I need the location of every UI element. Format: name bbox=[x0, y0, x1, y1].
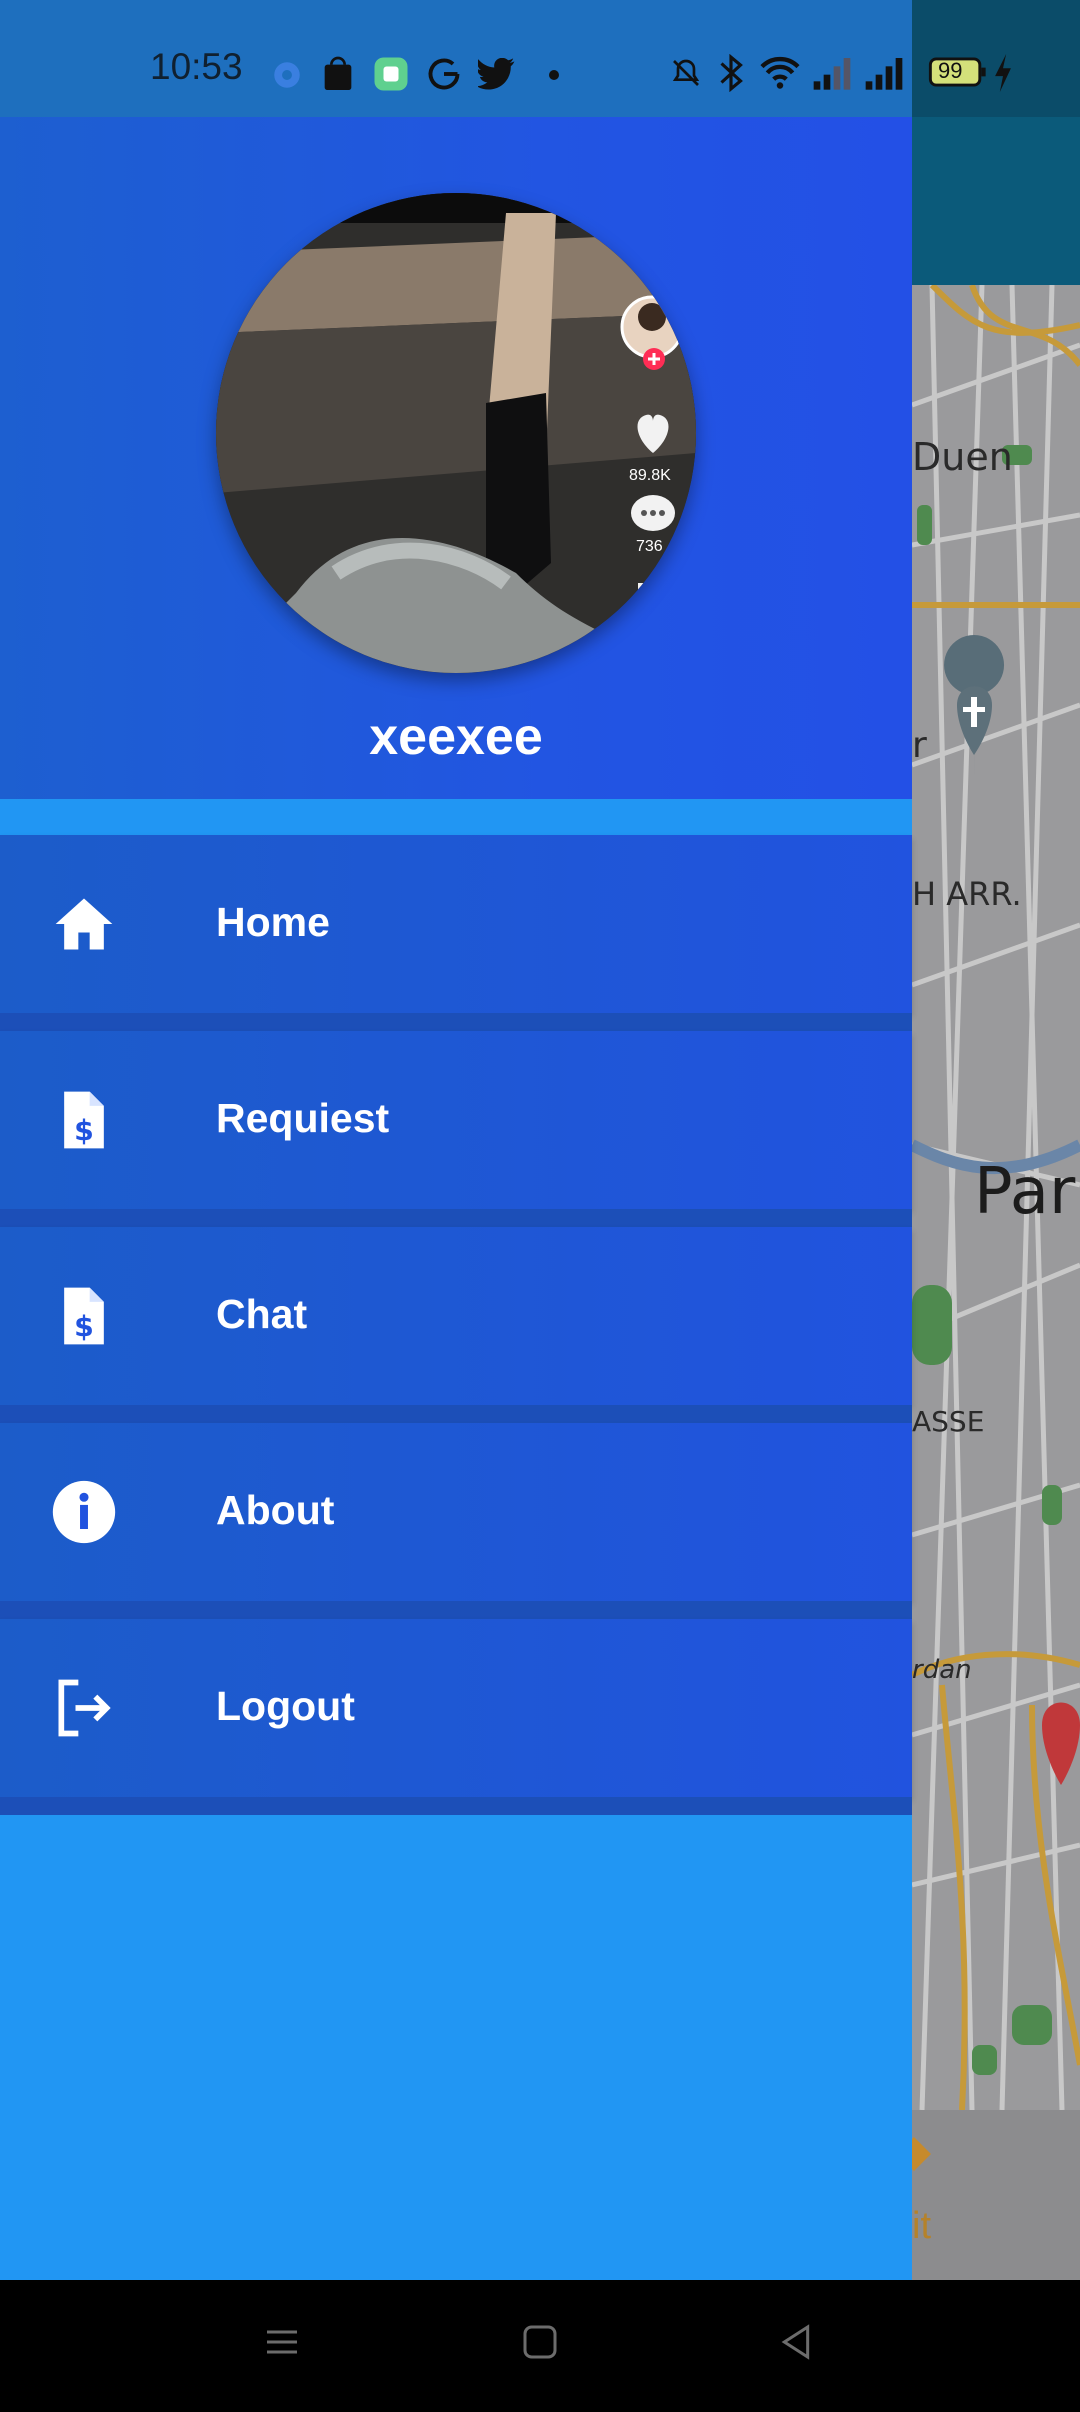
settings-icon bbox=[270, 58, 304, 97]
menu-separator bbox=[0, 1013, 912, 1031]
navigation-drawer: 89.8K 736 xeexee Home $ Requiest $ Chat … bbox=[0, 117, 912, 2280]
map-label: Par bbox=[974, 1155, 1076, 1229]
notification-dot-icon bbox=[548, 68, 560, 86]
map-bottom-text: it bbox=[912, 2205, 931, 2247]
status-bar-right: 99 bbox=[912, 0, 1080, 117]
menu-item-label: About bbox=[216, 1487, 335, 1533]
map-view[interactable]: Duen r H ARR. Par ASSE rdan bbox=[912, 285, 1080, 2110]
signal-icon bbox=[812, 56, 852, 95]
menu-item-requiest[interactable]: $ Requiest bbox=[0, 1031, 912, 1209]
map-label: Duen bbox=[912, 435, 1013, 479]
username: xeexee bbox=[369, 708, 543, 766]
drawer-header: 89.8K 736 xeexee bbox=[0, 117, 912, 799]
menu-item-label: Home bbox=[216, 899, 330, 945]
menu-item-home[interactable]: Home bbox=[0, 835, 912, 1013]
info-icon bbox=[50, 1478, 118, 1546]
likes-count: 89.8K bbox=[629, 467, 671, 484]
menu-item-label: Logout bbox=[216, 1683, 355, 1729]
svg-text:$: $ bbox=[74, 1310, 94, 1343]
comments-count: 736 bbox=[636, 538, 663, 555]
battery-level: 99 bbox=[938, 58, 963, 83]
clock: 10:53 bbox=[150, 46, 243, 87]
svg-text:$: $ bbox=[74, 1114, 94, 1147]
menu-item-about[interactable]: About bbox=[0, 1423, 912, 1601]
menu-item-chat[interactable]: $ Chat bbox=[0, 1227, 912, 1405]
mute-icon bbox=[670, 56, 702, 95]
map-label: r bbox=[912, 725, 927, 766]
menu-separator bbox=[0, 1797, 912, 1815]
home-button[interactable] bbox=[520, 2322, 560, 2367]
home-icon bbox=[50, 890, 118, 958]
invoice-dollar-icon: $ bbox=[50, 1282, 118, 1350]
signal-icon bbox=[864, 56, 904, 95]
back-button[interactable] bbox=[776, 2322, 816, 2367]
charging-icon bbox=[992, 54, 1014, 97]
drawer-divider bbox=[0, 799, 912, 835]
menu-button[interactable] bbox=[262, 2322, 302, 2367]
map-label: rdan bbox=[912, 1655, 972, 1685]
twitter-icon bbox=[476, 57, 516, 95]
system-nav-bar bbox=[0, 2280, 1080, 2412]
menu-item-label: Chat bbox=[216, 1291, 308, 1337]
menu-separator bbox=[0, 1209, 912, 1227]
map-label: H ARR. bbox=[912, 875, 1022, 913]
map-bottom-panel[interactable]: it bbox=[897, 2110, 1080, 2280]
wifi-icon bbox=[758, 54, 802, 95]
bluetooth-icon bbox=[718, 53, 744, 97]
menu-separator bbox=[0, 1601, 912, 1619]
logout-icon bbox=[50, 1674, 118, 1742]
menu-separator bbox=[0, 1405, 912, 1423]
menu-item-logout[interactable]: Logout bbox=[0, 1619, 912, 1797]
menu-item-label: Requiest bbox=[216, 1095, 390, 1141]
invoice-dollar-icon: $ bbox=[50, 1086, 118, 1154]
app-icon bbox=[373, 56, 409, 97]
avatar[interactable]: 89.8K 736 bbox=[216, 193, 696, 673]
shopping-bag-icon bbox=[322, 56, 354, 97]
status-bar: 10:53 bbox=[0, 0, 912, 117]
map-label: ASSE bbox=[912, 1405, 985, 1438]
google-icon bbox=[426, 56, 462, 97]
